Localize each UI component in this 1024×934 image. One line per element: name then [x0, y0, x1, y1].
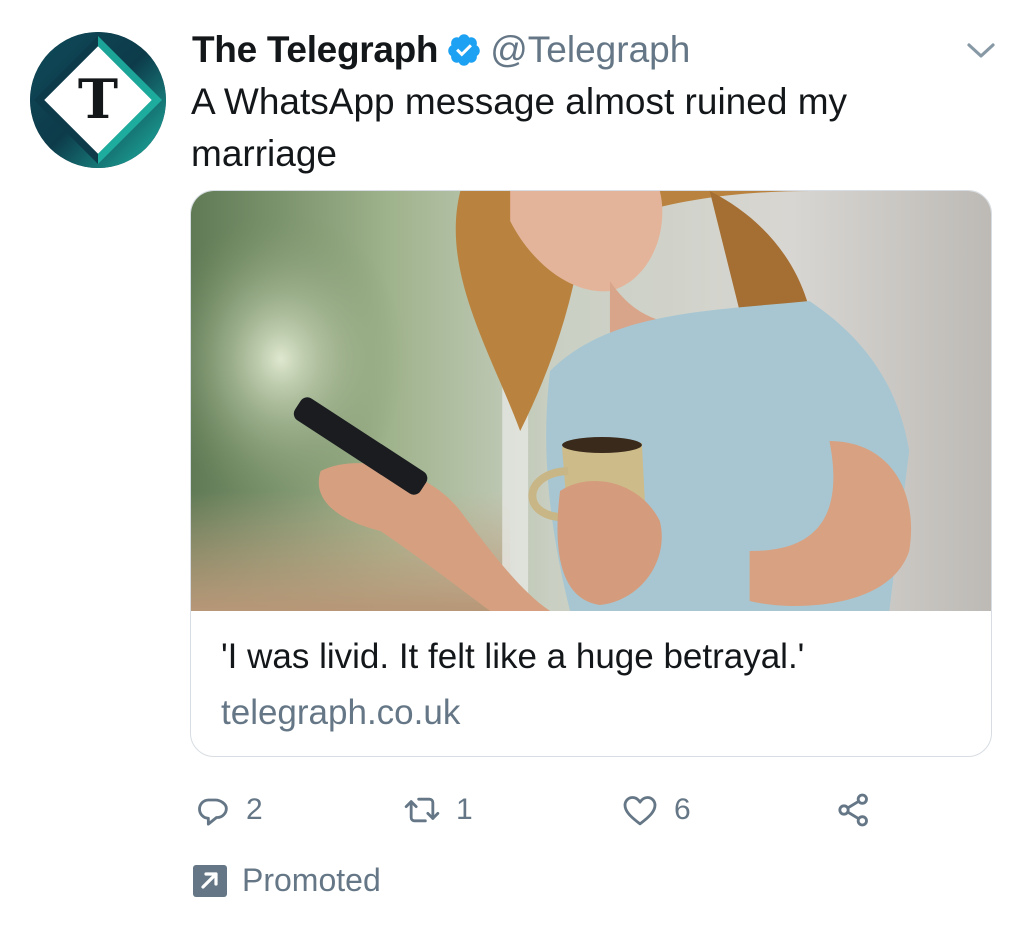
tweet-header: The Telegraph @Telegraph [192, 26, 690, 74]
author-handle[interactable]: @Telegraph [490, 29, 690, 71]
chevron-down-icon[interactable] [964, 36, 998, 64]
card-image[interactable] [191, 191, 991, 611]
reply-count: 2 [246, 793, 263, 826]
promoted-text: Promoted [242, 862, 381, 898]
author-avatar[interactable]: T [30, 32, 166, 168]
tweet-text: A WhatsApp message almost ruined my marr… [191, 81, 848, 174]
retweet-button[interactable]: 1 [402, 788, 473, 832]
card-domain[interactable]: telegraph.co.uk [221, 693, 460, 733]
share-icon [838, 793, 868, 827]
card-title[interactable]: 'I was livid. It felt like a huge betray… [221, 637, 804, 677]
share-button[interactable] [834, 788, 874, 832]
avatar-letter: T [78, 67, 118, 131]
reply-icon [198, 798, 228, 826]
telegraph-logo-icon: T [30, 32, 166, 168]
promoted-label[interactable]: Promoted [192, 862, 381, 899]
reply-button[interactable]: 2 [192, 788, 263, 832]
like-count: 6 [674, 793, 691, 826]
verified-badge-icon [448, 34, 480, 66]
retweet-icon [404, 797, 440, 823]
retweet-count: 1 [456, 793, 473, 826]
promoted-arrow-icon [193, 864, 227, 897]
author-name[interactable]: The Telegraph [192, 29, 439, 71]
link-card[interactable]: 'I was livid. It felt like a huge betray… [190, 190, 992, 757]
heart-icon [623, 796, 657, 826]
like-button[interactable]: 6 [620, 788, 691, 832]
